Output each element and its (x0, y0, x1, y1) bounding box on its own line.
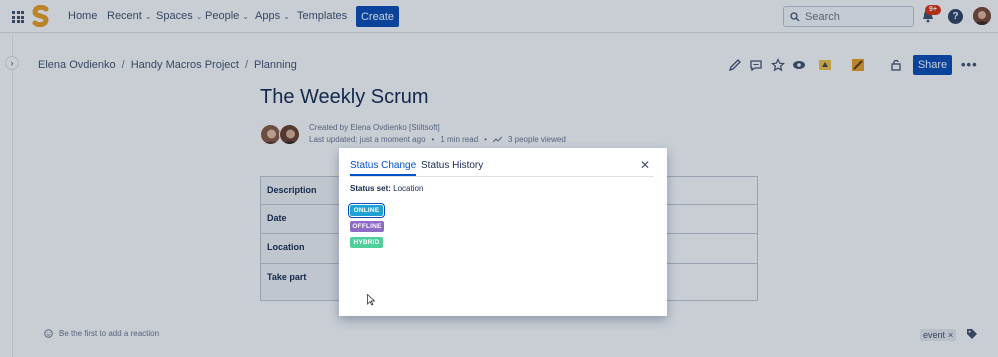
close-icon[interactable]: ✕ (640, 158, 650, 172)
status-option-offline[interactable]: OFFLINE (350, 221, 384, 232)
status-option-hybrid[interactable]: HYBRID (350, 237, 383, 248)
status-set-label: Status set: (350, 184, 391, 193)
status-set-value: Location (393, 184, 424, 193)
tab-status-change[interactable]: Status Change (350, 160, 417, 176)
mouse-cursor-icon (367, 294, 375, 306)
tab-status-history[interactable]: Status History (421, 160, 483, 171)
status-option-online[interactable]: ONLINE (348, 203, 385, 218)
status-set-line: Status set: Location (350, 184, 423, 193)
status-dialog: Status Change Status History ✕ Status se… (339, 148, 667, 316)
dialog-tabs: Status Change Status History (350, 159, 654, 177)
